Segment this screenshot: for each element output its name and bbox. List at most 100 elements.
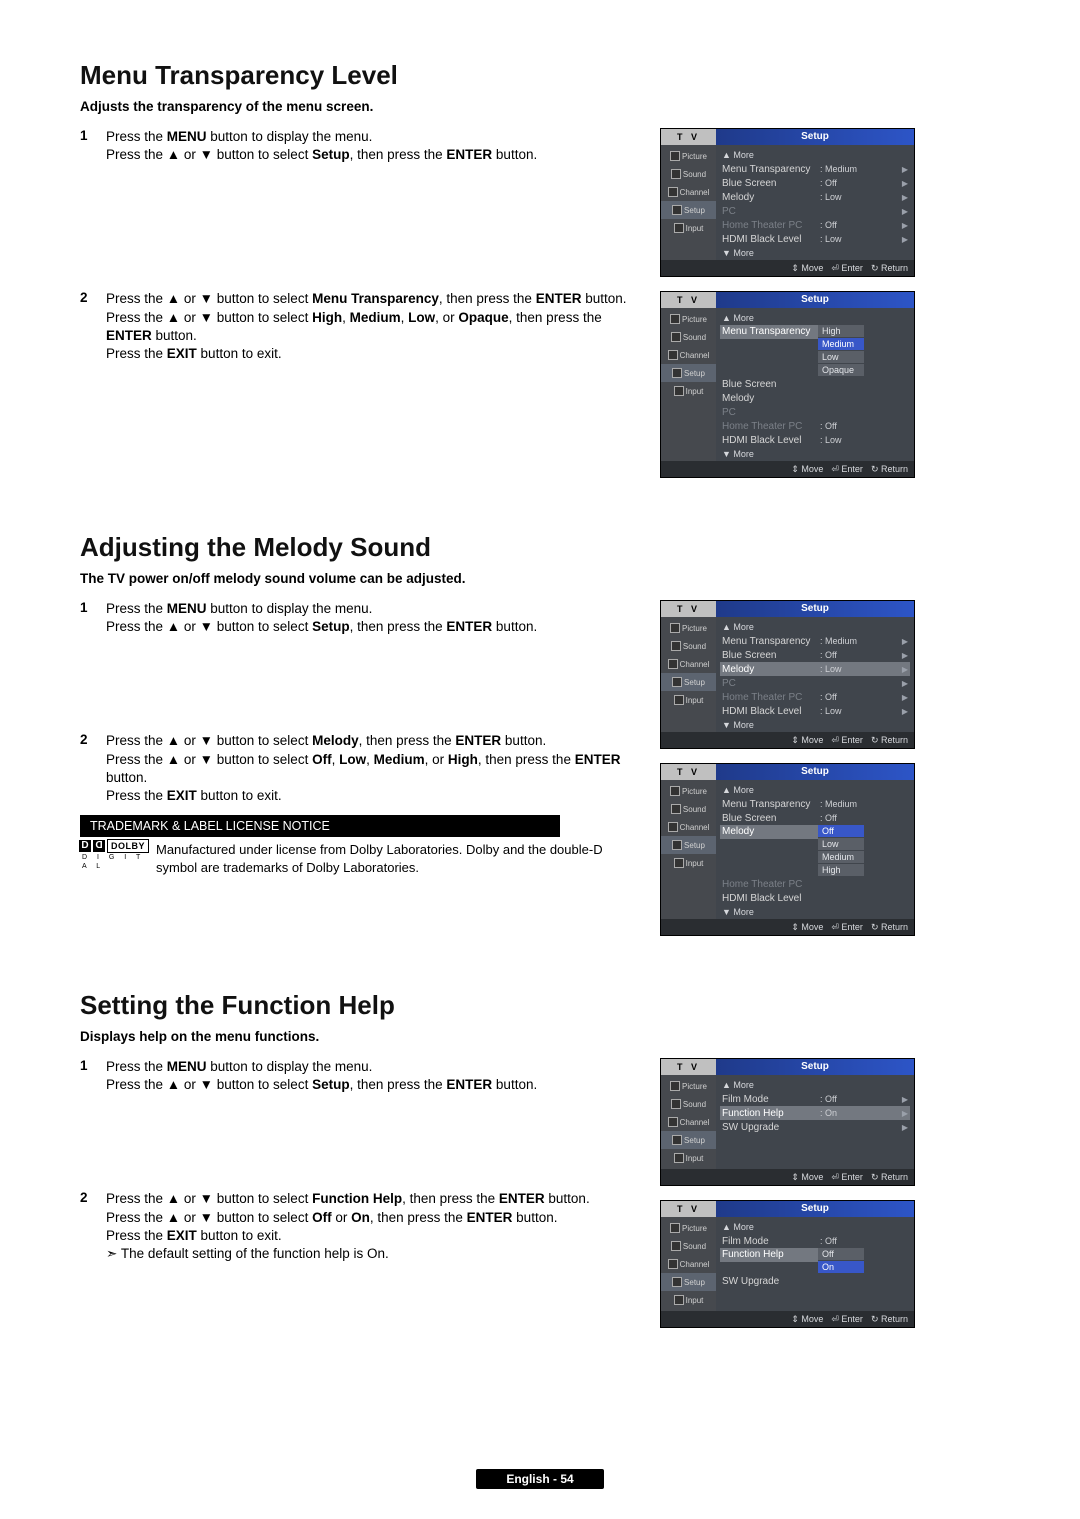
more-up: ▲ More [720,148,910,162]
menu-category-icon [674,1295,684,1305]
osd-option: Opaque [818,364,864,376]
osd-row: Home Theater PC: Off▶ [720,690,910,704]
step-text: Press the ▲ or ▼ button to select Melody… [106,732,640,805]
menu-category-icon [670,786,680,796]
osd-side-input: Input [661,691,716,709]
osd-row: Melody [720,391,910,405]
osd-row: Function HelpOffOn [720,1248,910,1274]
osd-row: Film Mode: Off▶ [720,1092,910,1106]
page-root: Menu Transparency Level Adjusts the tran… [0,0,1080,1519]
step-number: 2 [80,1190,106,1205]
osd-footer: ⇕ Move ⏎ Enter ↻ Return [661,919,914,935]
osd-row: Film Mode: Off [720,1234,910,1248]
more-up: ▲ More [720,1220,910,1234]
osd-setup-label: Setup [716,1201,914,1217]
osd-side-picture: Picture [661,1077,716,1095]
osd-footer: ⇕ Move ⏎ Enter ↻ Return [661,1311,914,1327]
section-menu-transparency: Menu Transparency Level Adjusts the tran… [80,60,1000,492]
osd-option: Off [818,1248,864,1260]
osd-side-picture: Picture [661,619,716,637]
step-text: Press the ▲ or ▼ button to select Functi… [106,1190,640,1263]
osd-side-setup: Setup [661,364,716,382]
more-down: ▼ More [720,447,910,461]
osd-side-picture: Picture [661,1219,716,1237]
section-subtitle: Displays help on the menu functions. [80,1029,1000,1044]
step-number: 1 [80,1058,106,1073]
move-hint: ⇕ Move [791,263,823,274]
enter-hint: ⏎ Enter [831,922,863,933]
osd-setup-label: Setup [716,764,914,780]
more-up: ▲ More [720,1078,910,1092]
menu-category-icon [670,314,680,324]
osd-footer: ⇕ Move ⏎ Enter ↻ Return [661,732,914,748]
osd-row: Menu TransparencyHighMediumLowOpaque [720,325,910,377]
menu-category-icon [672,840,682,850]
menu-category-icon [674,858,684,868]
osd-option: On [818,1261,864,1273]
dolby-d-icon: D [93,840,105,852]
osd-row: Menu Transparency: Medium▶ [720,162,910,176]
osd-main: ▲ MoreFilm Mode: Off▶Function Help: On▶S… [716,1075,914,1169]
osd-row: Melody: Low▶ [720,190,910,204]
trademark-text: Manufactured under license from Dolby La… [156,841,640,876]
section-function-help: Setting the Function Help Displays help … [80,990,1000,1342]
menu-category-icon [668,350,678,360]
osd-side-sound: Sound [661,328,716,346]
return-hint: ↻ Return [871,263,908,274]
osd-row: Home Theater PC: Off▶ [720,218,910,232]
page-number: English - 54 [476,1469,603,1489]
osd-side-setup: Setup [661,1273,716,1291]
menu-category-icon [671,169,681,179]
osd-option: High [818,864,864,876]
osd-setup-label: Setup [716,1059,914,1075]
osd-main: ▲ MoreMenu Transparency: MediumBlue Scre… [716,780,914,919]
osd-side-sound: Sound [661,800,716,818]
osd-side-channel: Channel [661,655,716,673]
osd-option: Off [818,825,864,837]
osd-footer: ⇕ Move ⏎ Enter ↻ Return [661,260,914,276]
menu-category-icon [670,151,680,161]
step-number: 2 [80,732,106,747]
osd-side-setup: Setup [661,201,716,219]
osd-row: Menu Transparency: Medium [720,797,910,811]
return-hint: ↻ Return [871,735,908,746]
step-text: Press the MENU button to display the men… [106,128,640,164]
osd-sidebar: PictureSoundChannelSetupInput [661,617,716,732]
osd-tv-label: T V [661,292,716,308]
osd-row: Function Help: On▶ [720,1106,910,1120]
osd-sidebar: PictureSoundChannelSetupInput [661,308,716,461]
move-hint: ⇕ Move [791,1172,823,1183]
osd-row: HDMI Black Level: Low [720,433,910,447]
osd-row: Melody: Low▶ [720,662,910,676]
osd-row: Blue Screen [720,377,910,391]
menu-category-icon [672,205,682,215]
return-hint: ↻ Return [871,922,908,933]
osd-screenshots: T VSetupPictureSoundChannelSetupInput▲ M… [660,600,930,950]
menu-category-icon [668,1259,678,1269]
menu-category-icon [671,1241,681,1251]
osd-main: ▲ MoreFilm Mode: OffFunction HelpOffOnSW… [716,1217,914,1311]
dolby-logo: D D DOLBY D I G I T A L [80,841,148,869]
enter-hint: ⏎ Enter [831,464,863,475]
return-hint: ↻ Return [871,1314,908,1325]
section-body: 1 Press the MENU button to display the m… [80,128,640,492]
osd-row: MelodyOffLowMediumHigh [720,825,910,877]
osd-side-input: Input [661,1149,716,1167]
osd-side-input: Input [661,854,716,872]
osd-row: HDMI Black Level: Low▶ [720,704,910,718]
osd-option: Medium [818,851,864,863]
move-hint: ⇕ Move [791,735,823,746]
osd-side-channel: Channel [661,183,716,201]
menu-category-icon [671,804,681,814]
osd-menu: T VSetupPictureSoundChannelSetupInput▲ M… [660,1200,915,1328]
osd-row: Blue Screen: Off▶ [720,648,910,662]
osd-row: PC▶ [720,676,910,690]
menu-category-icon [672,1135,682,1145]
more-up: ▲ More [720,783,910,797]
menu-category-icon [668,1117,678,1127]
section-body: 1 Press the MENU button to display the m… [80,1058,640,1342]
section-subtitle: The TV power on/off melody sound volume … [80,571,1000,586]
osd-menu: T VSetupPictureSoundChannelSetupInput▲ M… [660,128,915,277]
return-hint: ↻ Return [871,1172,908,1183]
section-title: Menu Transparency Level [80,60,1000,91]
